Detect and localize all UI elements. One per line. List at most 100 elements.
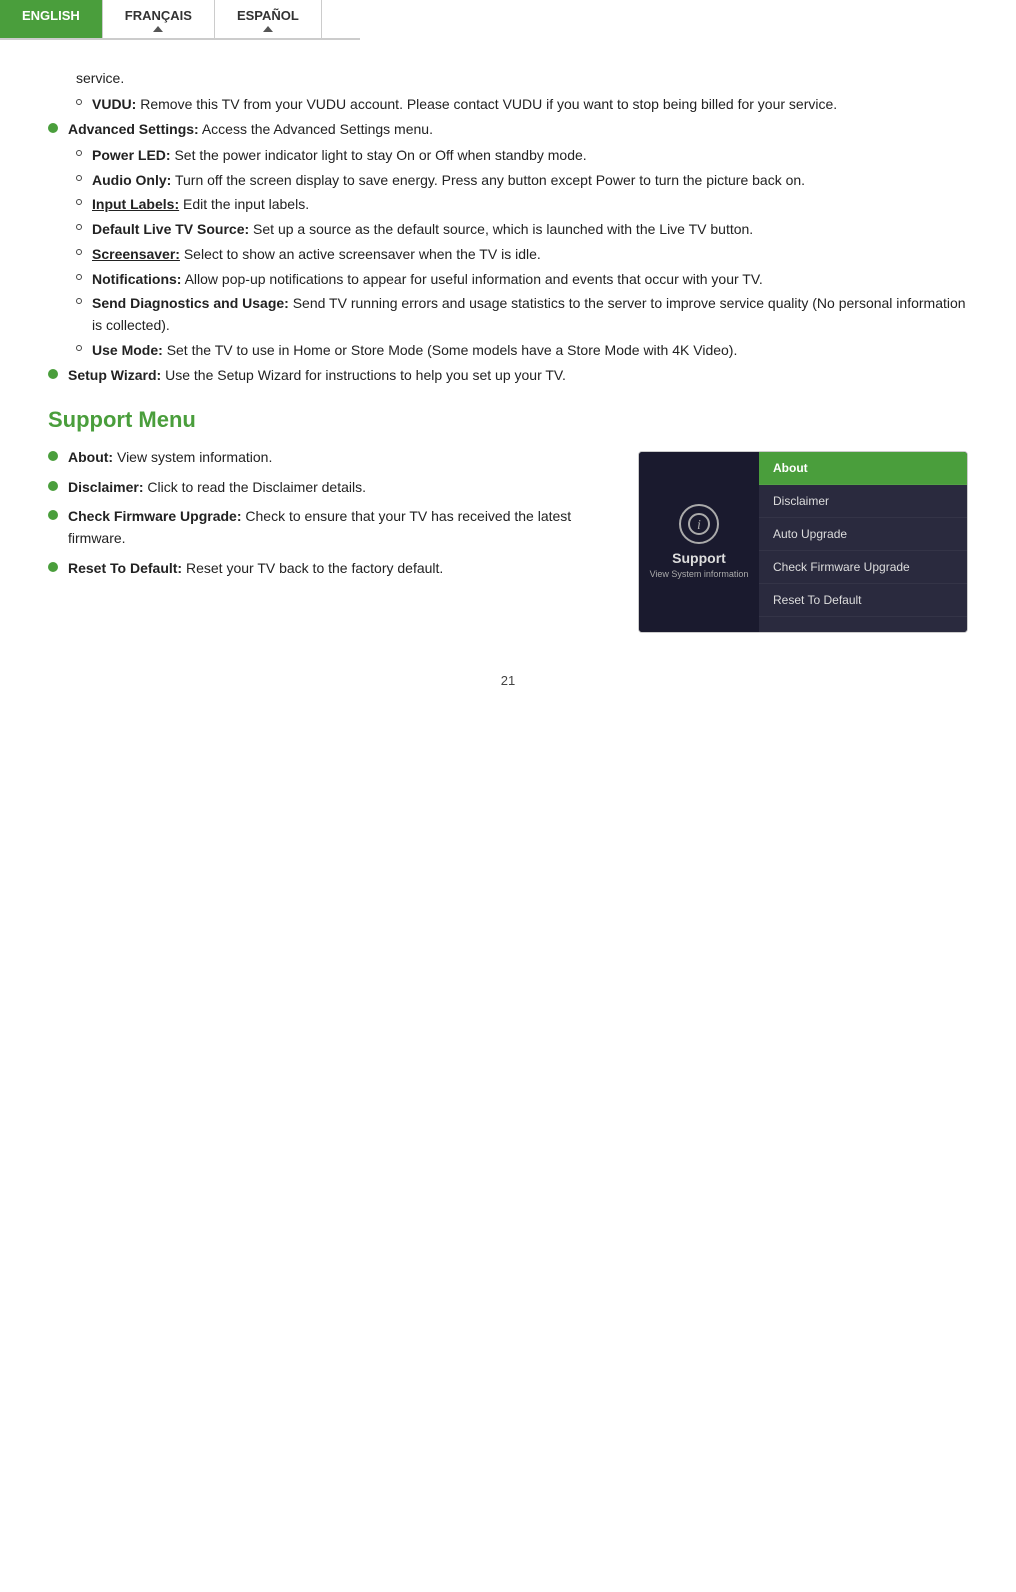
vudu-text: VUDU: Remove this TV from your VUDU acco… <box>92 94 968 116</box>
advanced-settings-subitems: Power LED: Set the power indicator light… <box>76 145 968 361</box>
tv-menu-item-reset: Reset To Default <box>759 584 967 617</box>
tv-left-panel: i Support View System information <box>639 452 759 632</box>
disclaimer-dot <box>48 481 58 491</box>
vudu-bullet: VUDU: Remove this TV from your VUDU acco… <box>76 94 968 116</box>
disclaimer-description: Click to read the Disclaimer details. <box>147 479 366 495</box>
service-text: service. <box>76 68 968 90</box>
send-diagnostics-bullet: Send Diagnostics and Usage: Send TV runn… <box>76 293 968 336</box>
tv-right-panel: About Disclaimer Auto Upgrade Check Firm… <box>759 452 967 632</box>
advanced-settings-item: Advanced Settings: Access the Advanced S… <box>48 119 968 141</box>
lang-tab-english-label: ENGLISH <box>22 8 80 23</box>
about-text: About: View system information. <box>68 447 608 469</box>
use-mode-dash-icon <box>76 345 82 351</box>
audio-only-dash-icon <box>76 175 82 181</box>
check-firmware-item: Check Firmware Upgrade: Check to ensure … <box>48 506 608 549</box>
audio-only-text: Audio Only: Turn off the screen display … <box>92 170 968 192</box>
send-diagnostics-label: Send Diagnostics and Usage: <box>92 295 289 311</box>
service-continuation: service. <box>76 68 968 90</box>
screensaver-label: Screensaver: <box>92 246 180 262</box>
use-mode-label: Use Mode: <box>92 342 163 358</box>
lang-tab-francais-label: FRANÇAIS <box>125 8 192 23</box>
setup-wizard-label: Setup Wizard: <box>68 367 161 383</box>
reset-label: Reset To Default: <box>68 560 182 576</box>
check-firmware-dot <box>48 510 58 520</box>
notifications-dash-icon <box>76 274 82 280</box>
power-led-dash-icon <box>76 150 82 156</box>
tv-menu-item-check-firmware: Check Firmware Upgrade <box>759 551 967 584</box>
disclaimer-text: Disclaimer: Click to read the Disclaimer… <box>68 477 608 499</box>
notifications-label: Notifications: <box>92 271 181 287</box>
advanced-settings-dot <box>48 123 58 133</box>
advanced-settings-label: Advanced Settings: <box>68 121 199 137</box>
setup-wizard-item: Setup Wizard: Use the Setup Wizard for i… <box>48 365 968 387</box>
default-live-label: Default Live TV Source: <box>92 221 249 237</box>
lang-tab-english[interactable]: ENGLISH <box>0 0 103 38</box>
language-tabs: ENGLISH FRANÇAIS ESPAÑOL <box>0 0 360 40</box>
support-text-column: About: View system information. Disclaim… <box>48 447 608 587</box>
audio-only-label: Audio Only: <box>92 172 171 188</box>
support-menu-heading: Support Menu <box>48 407 968 433</box>
send-diagnostics-text: Send Diagnostics and Usage: Send TV runn… <box>92 293 968 336</box>
input-labels-bullet: Input Labels: Edit the input labels. <box>76 194 968 216</box>
power-led-label: Power LED: <box>92 147 171 163</box>
tv-ui-inner: i Support View System information About … <box>639 452 967 632</box>
vudu-dash-icon <box>76 99 82 105</box>
lang-tab-espanol[interactable]: ESPAÑOL <box>215 0 322 38</box>
main-content: service. VUDU: Remove this TV from your … <box>0 40 1016 728</box>
use-mode-description: Set the TV to use in Home or Store Mode … <box>167 342 738 358</box>
advanced-settings-description: Access the Advanced Settings menu. <box>202 121 433 137</box>
input-labels-label: Input Labels: <box>92 196 179 212</box>
notifications-text: Notifications: Allow pop-up notification… <box>92 269 968 291</box>
vudu-description: Remove this TV from your VUDU account. P… <box>140 96 837 112</box>
tv-menu-item-auto-upgrade: Auto Upgrade <box>759 518 967 551</box>
power-led-text: Power LED: Set the power indicator light… <box>92 145 968 167</box>
tv-menu-item-disclaimer: Disclaimer <box>759 485 967 518</box>
about-description: View system information. <box>117 449 272 465</box>
check-firmware-text: Check Firmware Upgrade: Check to ensure … <box>68 506 608 549</box>
vudu-section: VUDU: Remove this TV from your VUDU acco… <box>76 94 968 116</box>
vudu-label: VUDU: <box>92 96 136 112</box>
setup-wizard-description: Use the Setup Wizard for instructions to… <box>165 367 566 383</box>
about-dot <box>48 451 58 461</box>
notifications-description: Allow pop-up notifications to appear for… <box>185 271 763 287</box>
audio-only-description: Turn off the screen display to save ener… <box>175 172 805 188</box>
default-live-dash-icon <box>76 224 82 230</box>
tv-support-label: Support <box>672 550 726 566</box>
send-diagnostics-dash-icon <box>76 298 82 304</box>
screensaver-dash-icon <box>76 249 82 255</box>
use-mode-text: Use Mode: Set the TV to use in Home or S… <box>92 340 968 362</box>
default-live-text: Default Live TV Source: Set up a source … <box>92 219 968 241</box>
support-section: About: View system information. Disclaim… <box>48 447 968 633</box>
francais-triangle-icon <box>153 26 163 32</box>
notifications-bullet: Notifications: Allow pop-up notification… <box>76 269 968 291</box>
audio-only-bullet: Audio Only: Turn off the screen display … <box>76 170 968 192</box>
lang-tab-espanol-label: ESPAÑOL <box>237 8 299 23</box>
input-labels-dash-icon <box>76 199 82 205</box>
tv-menu-item-about: About <box>759 452 967 485</box>
about-label: About: <box>68 449 113 465</box>
espanol-triangle-icon <box>263 26 273 32</box>
disclaimer-item: Disclaimer: Click to read the Disclaimer… <box>48 477 608 499</box>
screensaver-description: Select to show an active screensaver whe… <box>184 246 541 262</box>
page-number: 21 <box>48 673 968 688</box>
setup-wizard-dot <box>48 369 58 379</box>
check-firmware-label: Check Firmware Upgrade: <box>68 508 242 524</box>
reset-description: Reset your TV back to the factory defaul… <box>186 560 443 576</box>
reset-item: Reset To Default: Reset your TV back to … <box>48 558 608 580</box>
reset-dot <box>48 562 58 572</box>
use-mode-bullet: Use Mode: Set the TV to use in Home or S… <box>76 340 968 362</box>
lang-tab-francais[interactable]: FRANÇAIS <box>103 0 215 38</box>
reset-text: Reset To Default: Reset your TV back to … <box>68 558 608 580</box>
default-live-description: Set up a source as the default source, w… <box>253 221 753 237</box>
setup-wizard-text: Setup Wizard: Use the Setup Wizard for i… <box>68 365 968 387</box>
advanced-settings-text: Advanced Settings: Access the Advanced S… <box>68 119 968 141</box>
screensaver-bullet: Screensaver: Select to show an active sc… <box>76 244 968 266</box>
input-labels-text: Input Labels: Edit the input labels. <box>92 194 968 216</box>
default-live-bullet: Default Live TV Source: Set up a source … <box>76 219 968 241</box>
disclaimer-label: Disclaimer: <box>68 479 143 495</box>
tv-view-system-label: View System information <box>650 569 749 579</box>
power-led-description: Set the power indicator light to stay On… <box>174 147 586 163</box>
about-item: About: View system information. <box>48 447 608 469</box>
input-labels-description: Edit the input labels. <box>183 196 309 212</box>
tv-ui-screenshot: i Support View System information About … <box>638 451 968 633</box>
